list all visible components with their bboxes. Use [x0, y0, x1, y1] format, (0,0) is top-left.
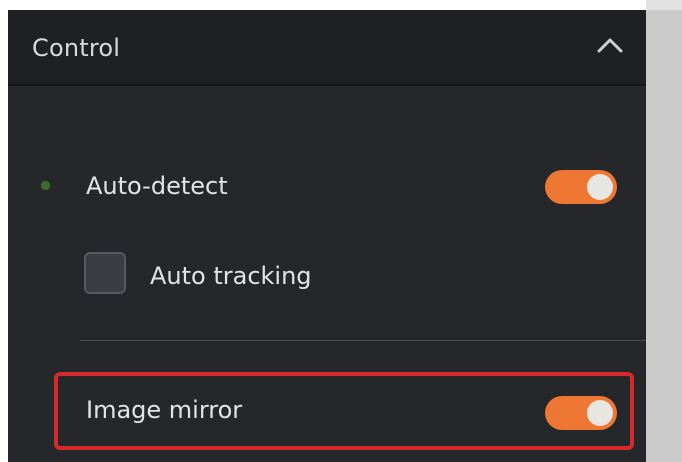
image-mirror-label: Image mirror — [86, 396, 243, 424]
status-indicator — [41, 181, 50, 190]
toggle-knob — [587, 400, 613, 426]
auto-detect-toggle[interactable] — [545, 170, 617, 204]
panel-title: Control — [32, 34, 121, 62]
auto-tracking-label: Auto tracking — [150, 262, 312, 290]
control-panel: Control Auto-detect Auto tracking Image … — [8, 10, 646, 462]
panel-header[interactable]: Control — [8, 10, 646, 86]
chevron-up-icon[interactable] — [596, 36, 624, 54]
image-mirror-toggle[interactable] — [545, 396, 617, 430]
auto-detect-label: Auto-detect — [86, 172, 228, 200]
scrollbar-thumb[interactable] — [646, 10, 682, 462]
auto-tracking-checkbox[interactable] — [84, 252, 126, 294]
divider — [80, 340, 646, 341]
toggle-knob — [587, 174, 613, 200]
